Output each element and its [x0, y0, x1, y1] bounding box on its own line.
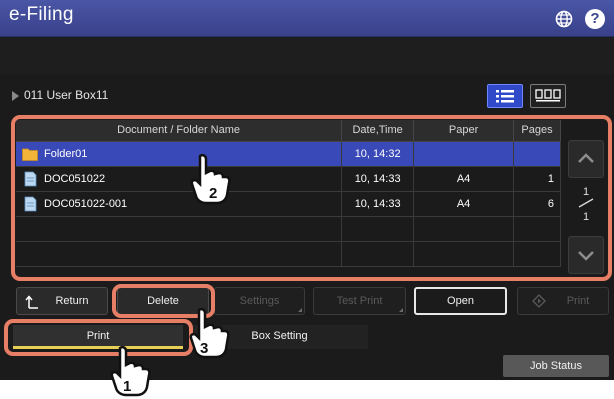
expand-arrow-icon [12, 91, 19, 101]
thumbnail-view-icon [535, 89, 561, 102]
return-button[interactable]: Return [16, 287, 108, 315]
highlight-table [11, 115, 612, 281]
pointing-hand-icon: 2 [190, 153, 231, 205]
title-bar: e-Filing ? [0, 0, 614, 37]
step-number: 3 [200, 340, 208, 357]
open-button[interactable]: Open [414, 287, 507, 315]
job-status-label: Job Status [530, 360, 582, 372]
pointing-hand-icon: 3 [189, 307, 230, 359]
thumbnail-view-button[interactable] [530, 84, 566, 108]
return-label: Return [55, 295, 89, 307]
action-bar: Return Delete Settings Test Print Open P… [16, 287, 610, 317]
corner-indicator [298, 308, 302, 312]
help-icon[interactable]: ? [585, 9, 605, 29]
tab-box-setting-label: Box Setting [251, 330, 308, 342]
test-print-button[interactable]: Test Print [313, 287, 406, 315]
highlight-print-tab [4, 319, 193, 356]
print-button[interactable]: Print [517, 287, 609, 315]
list-view-icon [496, 90, 514, 103]
globe-icon[interactable] [555, 10, 573, 28]
job-status-button[interactable]: Job Status [503, 355, 609, 377]
open-label: Open [447, 295, 474, 307]
box-name: 011 User Box11 [24, 88, 109, 102]
step-number: 1 [123, 378, 131, 395]
message-bar [0, 38, 614, 74]
box-bar: 011 User Box11 [0, 80, 614, 114]
return-arrow-icon [25, 295, 38, 309]
step-number: 2 [209, 185, 217, 202]
app-title: e-Filing [9, 4, 74, 25]
print-label: Print [566, 295, 590, 307]
settings-label: Settings [239, 295, 280, 307]
pointing-hand-icon: 1 [110, 345, 151, 397]
diamond-start-icon [532, 294, 546, 308]
test-print-label: Test Print [336, 295, 383, 307]
corner-indicator [399, 308, 403, 312]
list-view-button[interactable] [487, 84, 523, 108]
